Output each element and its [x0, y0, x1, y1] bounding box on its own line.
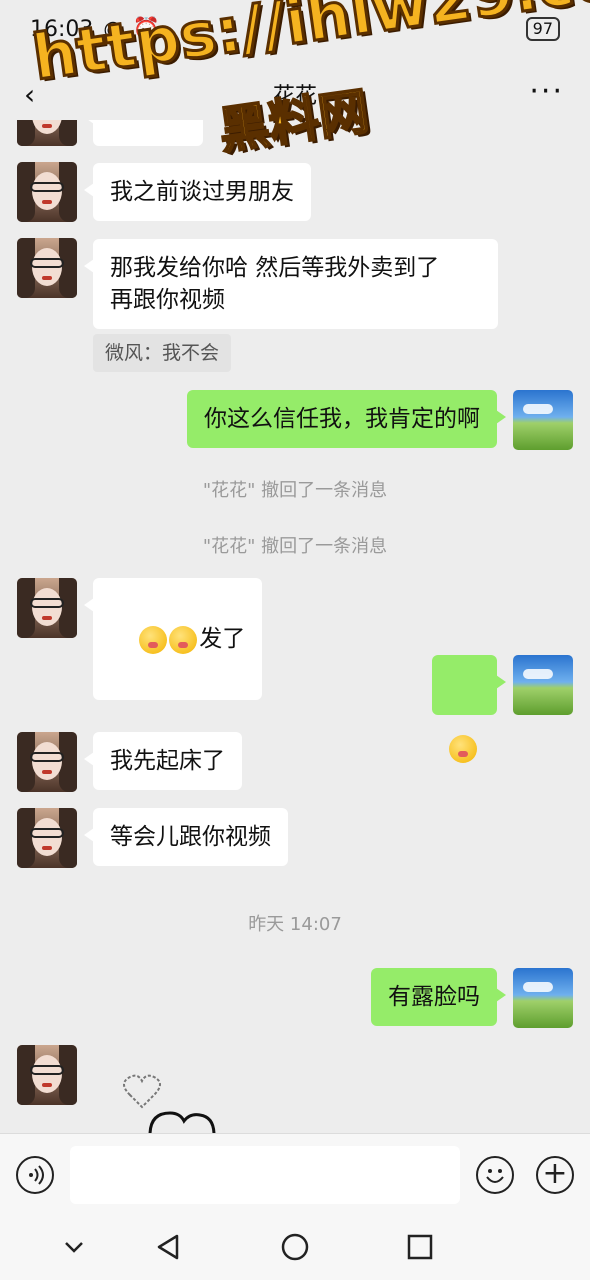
- contact-avatar[interactable]: [17, 578, 77, 638]
- message-bubble-incoming[interactable]: 那我发给你哈 然后等我外卖到了 再跟你视频: [84, 239, 498, 329]
- status-time: 16:03: [30, 16, 94, 42]
- message-bubble-incoming[interactable]: 我先起床了: [84, 732, 242, 790]
- home-circle-icon[interactable]: [279, 1231, 311, 1263]
- self-avatar[interactable]: [513, 968, 573, 1028]
- chat-title: 花花: [272, 84, 317, 109]
- emoji-icon[interactable]: [476, 1156, 514, 1194]
- message-bubble-outgoing[interactable]: 有露脸吗: [371, 968, 506, 1026]
- battery-indicator: 97: [525, 17, 560, 41]
- back-triangle-icon[interactable]: [153, 1231, 185, 1263]
- plus-icon[interactable]: +: [536, 1156, 574, 1194]
- alarm-icon: ⏰: [132, 16, 161, 42]
- status-left: 16:03 ◉ ⏰: [30, 17, 160, 42]
- recents-square-icon[interactable]: [404, 1231, 436, 1263]
- timestamp: 昨天 14:07: [248, 914, 342, 935]
- more-options-icon[interactable]: ···: [529, 74, 564, 109]
- contact-avatar[interactable]: [17, 120, 77, 146]
- self-avatar[interactable]: [513, 390, 573, 450]
- contact-avatar[interactable]: [17, 238, 77, 298]
- eye-icon: ◉: [103, 16, 123, 42]
- chevron-down-icon[interactable]: [58, 1231, 90, 1263]
- recall-notice: "花花" 撤回了一条消息: [202, 480, 388, 501]
- message-bubble-incoming[interactable]: 等会儿跟你视频: [84, 808, 288, 866]
- recall-notice: "花花" 撤回了一条消息: [202, 536, 388, 557]
- sticker-image[interactable]: [110, 1065, 250, 1133]
- message-input-bar: +: [0, 1133, 590, 1216]
- message-bubble-outgoing[interactable]: 你这么信任我，我肯定的啊: [187, 390, 506, 448]
- contact-avatar[interactable]: [17, 162, 77, 222]
- shush-face-emoji: [139, 625, 168, 654]
- shush-face-emoji: [169, 625, 198, 654]
- message-text: 发了: [199, 626, 246, 652]
- back-arrow-icon[interactable]: ‹: [24, 78, 35, 111]
- contact-avatar[interactable]: [17, 808, 77, 868]
- status-bar: 16:03 ◉ ⏰ 97: [0, 0, 590, 58]
- message-bubble-outgoing[interactable]: [432, 655, 506, 763]
- message-input[interactable]: [70, 1146, 460, 1204]
- message-bubble-incoming[interactable]: 我之前谈过男朋友: [84, 163, 311, 221]
- contact-avatar[interactable]: [17, 1045, 77, 1105]
- facepalm-emoji: [449, 734, 477, 763]
- voice-icon[interactable]: [16, 1156, 54, 1194]
- system-navigation-bar: [0, 1215, 590, 1280]
- self-avatar[interactable]: [513, 655, 573, 715]
- chat-message-list[interactable]: 我之前谈过男朋友 那我发给你哈 然后等我外卖到了 再跟你视频 微风：我不会 你这…: [0, 120, 590, 1133]
- message-bubble-partial[interactable]: [84, 120, 203, 146]
- message-bubble-incoming[interactable]: 发了: [83, 578, 263, 700]
- contact-avatar[interactable]: [17, 732, 77, 792]
- status-right: 97: [525, 17, 560, 41]
- quoted-message[interactable]: 微风：我不会: [93, 334, 232, 372]
